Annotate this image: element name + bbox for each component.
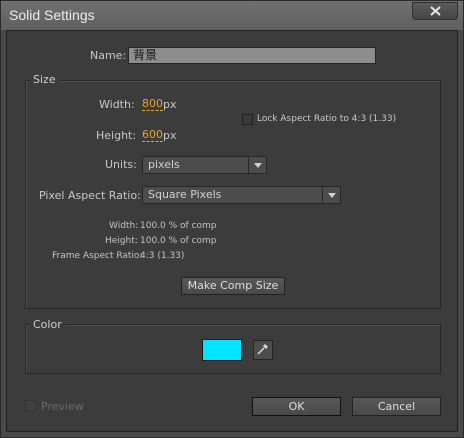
info-width-value: 100.0 % of comp (140, 221, 217, 231)
ok-button[interactable]: OK (252, 397, 341, 416)
info-height-label: Height: (105, 236, 138, 246)
preview-label: Preview (41, 400, 84, 413)
preview-checkbox[interactable] (25, 400, 37, 412)
eyedropper-button[interactable] (253, 340, 273, 360)
info-height-value: 100.0 % of comp (140, 236, 217, 246)
units-label: Units: (105, 158, 137, 171)
lock-aspect-label: Lock Aspect Ratio to 4:3 (1.33) (257, 114, 397, 124)
lock-aspect-checkbox[interactable] (242, 114, 253, 125)
size-group-title: Size (30, 73, 59, 86)
cancel-button[interactable]: Cancel (352, 397, 441, 416)
width-value[interactable]: 800 (142, 98, 163, 111)
name-label: Name: (90, 49, 127, 62)
pixel-aspect-dropdown[interactable]: Square Pixels (142, 186, 341, 204)
make-comp-size-button[interactable]: Make Comp Size (181, 277, 285, 295)
units-dropdown[interactable]: pixels (142, 156, 267, 174)
frame-aspect-value: 4:3 (1.33) (140, 251, 185, 261)
height-value[interactable]: 600 (142, 129, 163, 142)
frame-aspect-label: Frame Aspect Ratio: (52, 251, 143, 261)
pixel-aspect-label: Pixel Aspect Ratio: (39, 189, 141, 202)
units-value: pixels (148, 158, 180, 171)
eyedropper-icon (256, 341, 270, 360)
chevron-down-icon (322, 187, 340, 203)
height-unit: px (163, 129, 177, 142)
close-button[interactable] (412, 2, 458, 20)
window-title: Solid Settings (9, 7, 95, 23)
solid-settings-dialog: Solid Settings Name: 背景 Size Width: 800 … (0, 0, 464, 438)
chevron-down-icon (248, 157, 266, 173)
color-group-title: Color (30, 318, 65, 331)
width-unit: px (163, 98, 177, 111)
width-label: Width: (99, 98, 135, 111)
name-input[interactable]: 背景 (128, 47, 376, 64)
title-bar: Solid Settings (1, 1, 463, 30)
close-icon (429, 6, 441, 16)
info-width-label: Width: (109, 221, 139, 231)
color-swatch[interactable] (202, 339, 242, 361)
height-label: Height: (96, 129, 137, 142)
pixel-aspect-value: Square Pixels (148, 188, 222, 201)
